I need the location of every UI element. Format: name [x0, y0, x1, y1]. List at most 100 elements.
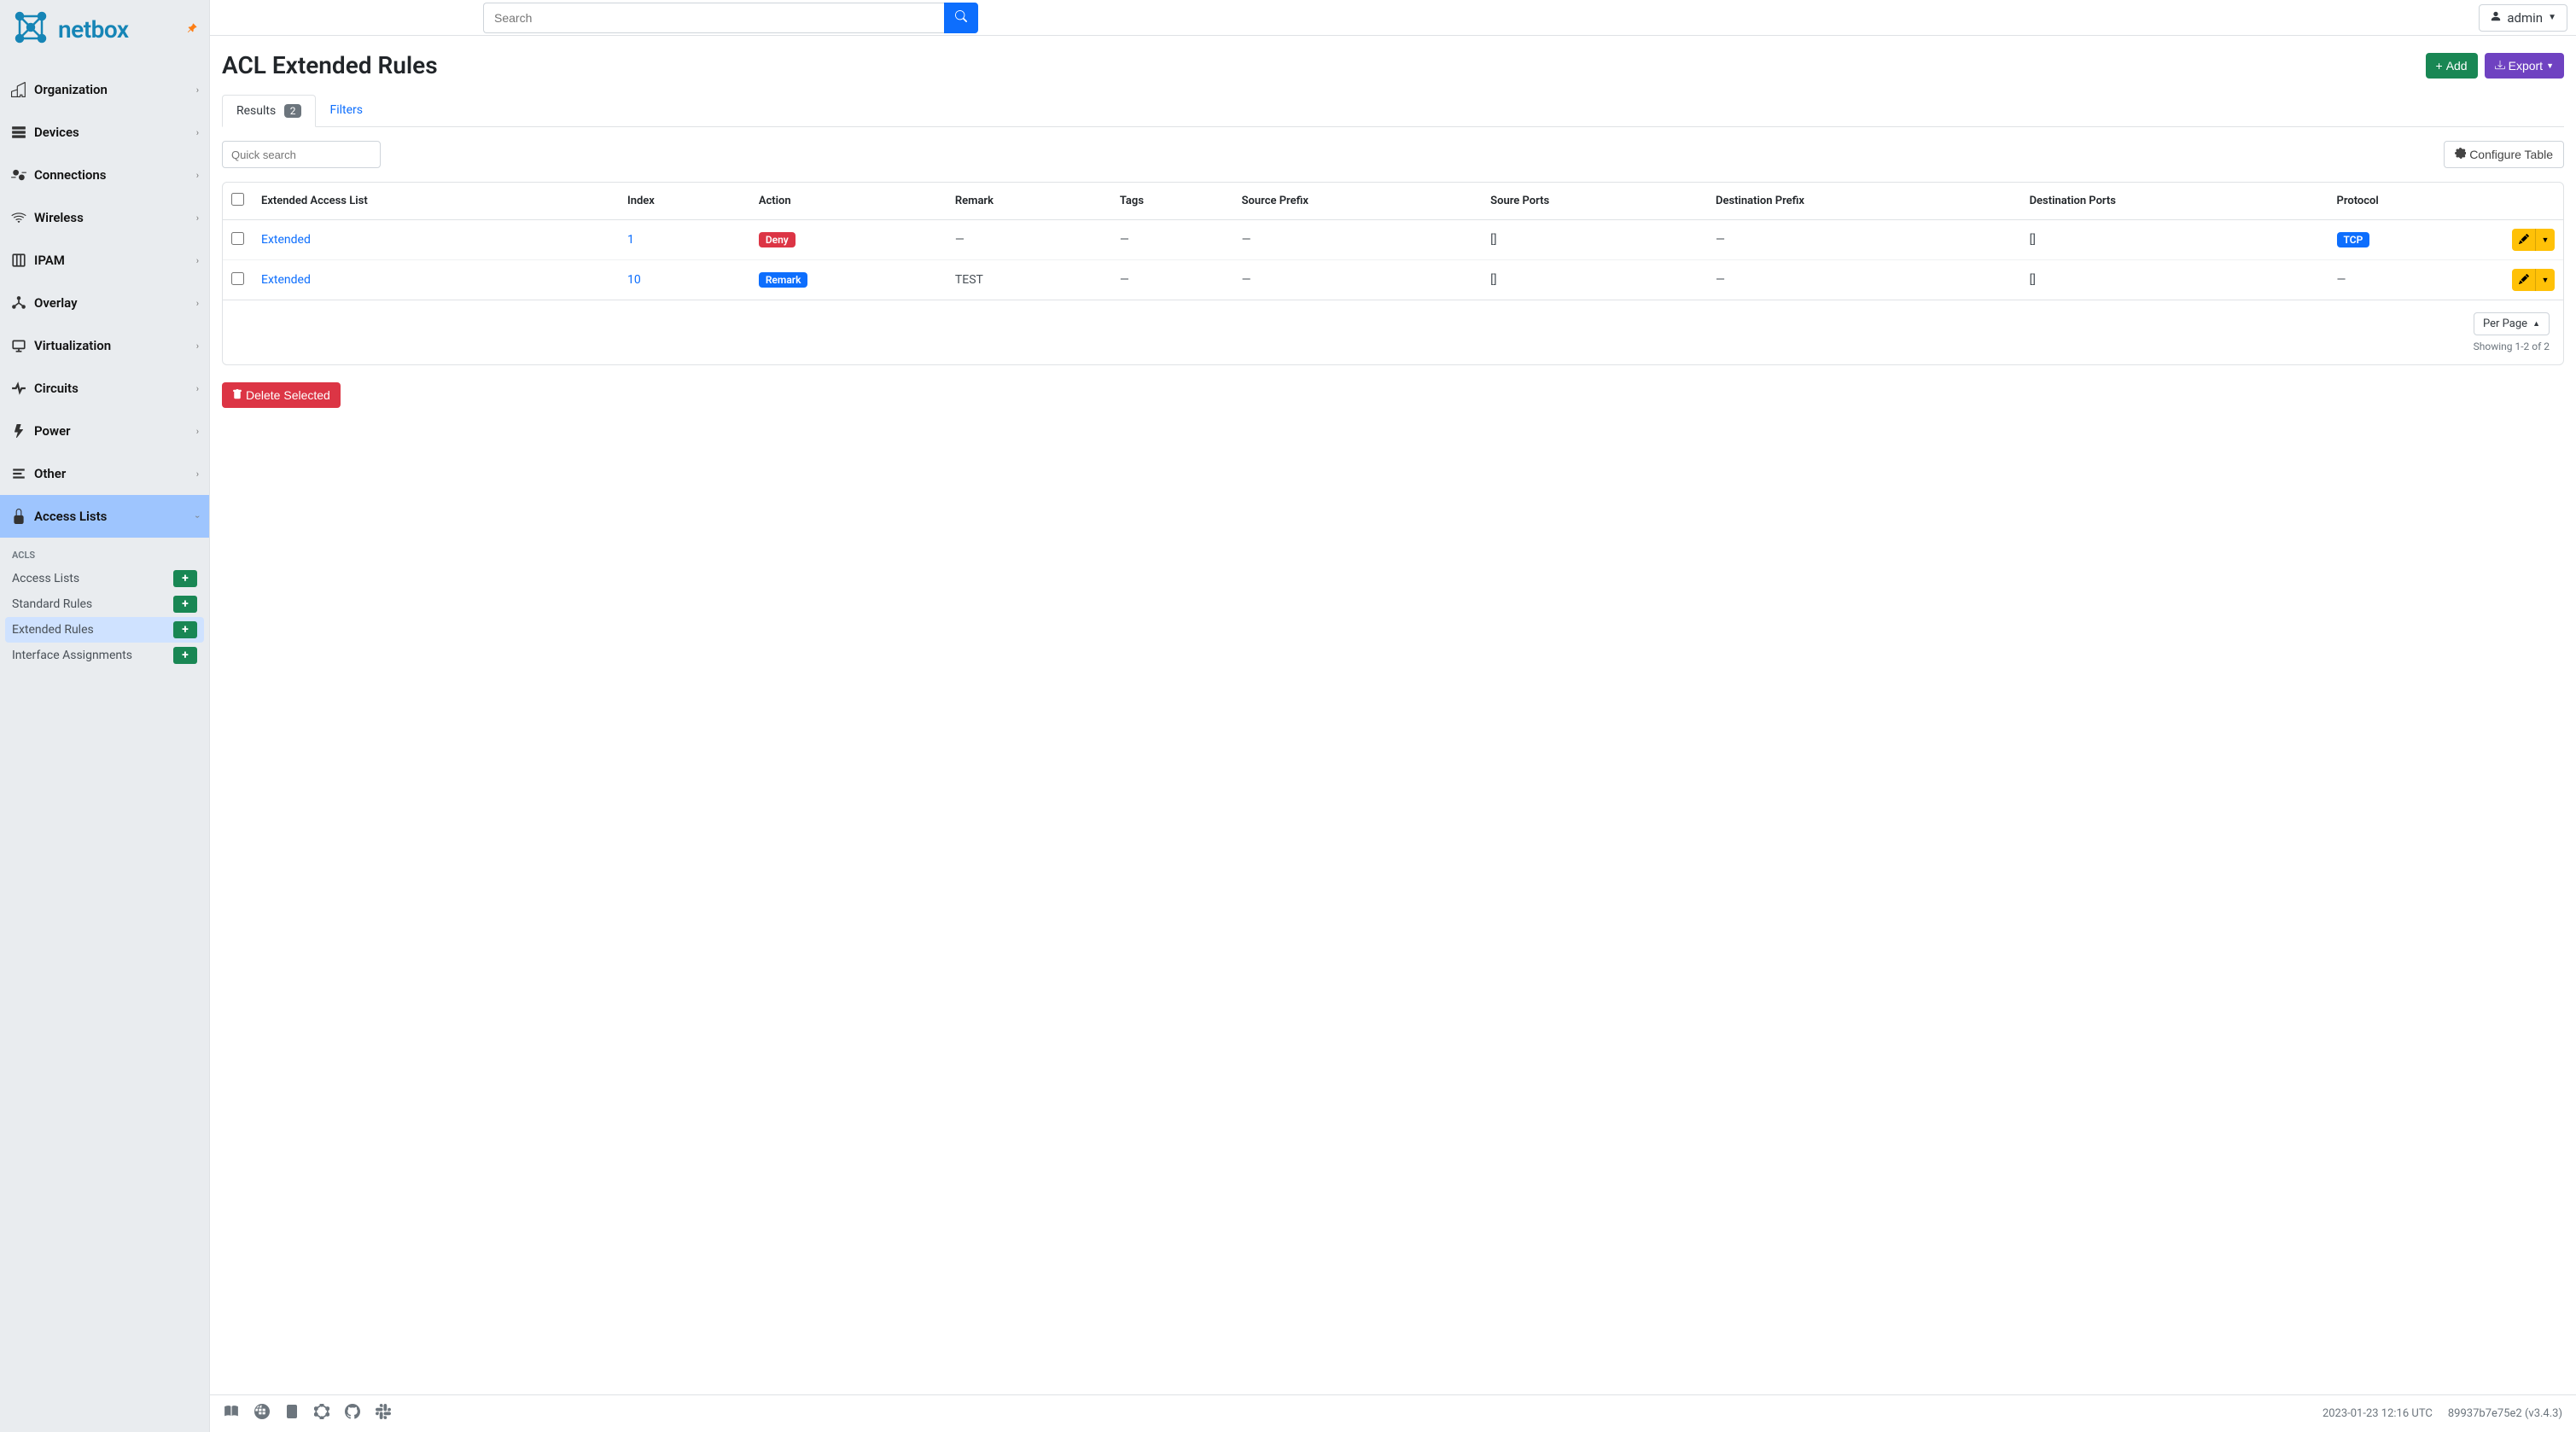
logo-row: netbox [0, 0, 209, 56]
sidebar-sub-label: Interface Assignments [12, 649, 132, 662]
chevron-right-icon: › [196, 298, 199, 309]
configure-table-button[interactable]: Configure Table [2444, 141, 2564, 168]
add-access-list-button[interactable]: + [173, 570, 197, 587]
sidebar-item-connections[interactable]: Connections › [0, 154, 209, 196]
sidebar-item-wireless[interactable]: Wireless › [0, 196, 209, 239]
edit-row-button[interactable] [2512, 229, 2536, 251]
per-page-dropdown[interactable]: Per Page ▲ [2474, 312, 2550, 335]
tab-results[interactable]: Results 2 [222, 95, 316, 127]
sidebar-item-label: Wireless [34, 210, 84, 225]
col-header[interactable]: Source Prefix [1233, 183, 1483, 220]
docs-icon[interactable] [224, 1404, 239, 1423]
cell-value: — [1716, 233, 1725, 247]
sidebar-sub-interface-assignments[interactable]: Interface Assignments + [0, 643, 209, 668]
add-button[interactable]: + Add [2426, 53, 2478, 79]
sidebar-item-access-lists[interactable]: Access Lists › [0, 495, 209, 538]
col-header[interactable]: Extended Access List [253, 183, 619, 220]
per-page-label: Per Page [2483, 317, 2527, 330]
cell-value: — [1242, 273, 1251, 287]
search-input[interactable] [483, 3, 944, 33]
api-icon[interactable] [254, 1404, 270, 1423]
gear-icon [2455, 148, 2466, 161]
sidebar: netbox Organization › Devices › Connecti… [0, 0, 210, 1432]
cell-value: — [1242, 233, 1251, 247]
edit-row-button[interactable] [2512, 269, 2536, 291]
sidebar-item-label: Connections [34, 167, 106, 183]
organization-icon [10, 81, 27, 98]
content: ACL Extended Rules + Add Export ▼ Result… [210, 36, 2576, 1394]
cell-value: [] [2030, 233, 2036, 247]
cell-value: TEST [955, 273, 983, 287]
search-icon [955, 10, 967, 25]
global-search [483, 3, 978, 33]
sidebar-sub-access-lists[interactable]: Access Lists + [0, 566, 209, 591]
tab-filters[interactable]: Filters [316, 95, 376, 126]
sidebar-item-label: Organization [34, 82, 108, 97]
action-badge: Remark [759, 272, 808, 288]
sidebar-item-ipam[interactable]: IPAM › [0, 239, 209, 282]
quick-search-input[interactable] [222, 141, 381, 168]
cell-value: — [955, 233, 965, 247]
row-more-button[interactable]: ▼ [2536, 229, 2555, 251]
chevron-right-icon: › [196, 255, 199, 266]
user-menu[interactable]: admin ▼ [2479, 4, 2567, 32]
index-link[interactable]: 10 [627, 273, 641, 287]
row-checkbox[interactable] [231, 232, 244, 245]
col-header[interactable]: Tags [1111, 183, 1233, 220]
graphql-icon[interactable] [314, 1404, 329, 1423]
sidebar-item-label: Circuits [34, 381, 79, 396]
col-header[interactable]: Destination Prefix [1707, 183, 2021, 220]
user-icon [2490, 10, 2502, 26]
sidebar-item-overlay[interactable]: Overlay › [0, 282, 209, 324]
cell-value: [] [1490, 273, 1496, 287]
add-button-label: Add [2446, 59, 2468, 73]
slack-icon[interactable] [376, 1404, 391, 1423]
export-button[interactable]: Export ▼ [2485, 53, 2564, 79]
search-button[interactable] [944, 3, 978, 33]
add-interface-assignment-button[interactable]: + [173, 647, 197, 664]
col-header[interactable]: Index [619, 183, 750, 220]
col-header[interactable]: Soure Ports [1482, 183, 1707, 220]
row-more-button[interactable]: ▼ [2536, 269, 2555, 291]
sidebar-sub-extended-rules[interactable]: Extended Rules + [5, 617, 204, 643]
col-header[interactable]: Protocol [2328, 183, 2503, 220]
chevron-right-icon: › [196, 383, 199, 394]
col-header[interactable]: Action [750, 183, 947, 220]
col-header[interactable]: Remark [947, 183, 1111, 220]
pin-sidebar-icon[interactable] [187, 23, 197, 36]
sidebar-item-label: IPAM [34, 253, 65, 268]
add-standard-rule-button[interactable]: + [173, 596, 197, 613]
select-all-checkbox[interactable] [231, 193, 244, 206]
virtualization-icon [10, 337, 27, 354]
col-header[interactable]: Destination Ports [2021, 183, 2328, 220]
trash-icon [232, 388, 242, 402]
other-icon [10, 465, 27, 482]
cell-value: [] [2030, 273, 2036, 287]
changelog-icon[interactable] [285, 1404, 299, 1423]
sidebar-item-organization[interactable]: Organization › [0, 68, 209, 111]
sidebar-item-devices[interactable]: Devices › [0, 111, 209, 154]
user-name: admin [2507, 10, 2543, 26]
acl-link[interactable]: Extended [261, 233, 311, 247]
chevron-right-icon: › [196, 212, 199, 224]
acl-link[interactable]: Extended [261, 273, 311, 287]
sidebar-item-power[interactable]: Power › [0, 410, 209, 452]
pencil-icon [2519, 234, 2529, 247]
sidebar-item-label: Overlay [34, 295, 78, 311]
netbox-logo-icon [12, 9, 50, 49]
row-checkbox[interactable] [231, 272, 244, 285]
caret-down-icon: ▼ [2548, 13, 2556, 22]
github-icon[interactable] [345, 1404, 360, 1423]
caret-up-icon: ▲ [2532, 319, 2540, 329]
sidebar-item-virtualization[interactable]: Virtualization › [0, 324, 209, 367]
sidebar-sub-standard-rules[interactable]: Standard Rules + [0, 591, 209, 617]
cell-value: — [1716, 273, 1725, 287]
chevron-right-icon: › [196, 170, 199, 181]
index-link[interactable]: 1 [627, 233, 634, 247]
sidebar-item-circuits[interactable]: Circuits › [0, 367, 209, 410]
delete-selected-button[interactable]: Delete Selected [222, 382, 341, 408]
sidebar-item-other[interactable]: Other › [0, 452, 209, 495]
caret-down-icon: ▼ [2542, 236, 2550, 244]
caret-down-icon: ▼ [2542, 276, 2550, 284]
add-extended-rule-button[interactable]: + [173, 621, 197, 638]
